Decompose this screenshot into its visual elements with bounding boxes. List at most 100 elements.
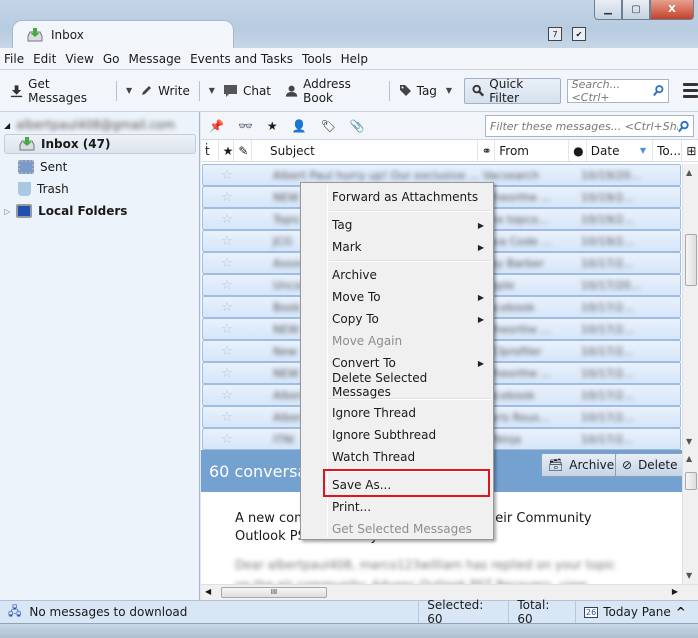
tag-button[interactable]: Tag ▼ [395,78,460,104]
menu-edit[interactable]: Edit [33,52,56,66]
collapse-arrow-icon[interactable]: ◢ [4,121,10,130]
star-icon[interactable]: ☆ [203,212,251,227]
get-messages-dropdown-icon[interactable]: ▼ [122,86,136,95]
tab-title: Inbox [51,27,84,42]
title-bar: Inbox 7 ✔ ▁ ▢ X [0,0,698,48]
folder-label: Trash [37,182,69,196]
scroll-up-icon[interactable]: ▲ [686,454,692,463]
maximize-button[interactable]: ▢ [622,0,650,20]
star-column-icon[interactable]: ★ [219,140,235,161]
menu-item-copy-to[interactable]: Copy To ▶ [332,308,490,330]
menu-item-tag[interactable]: Tag ▶ [332,214,490,236]
tasks-icon[interactable]: ✔ [572,27,586,41]
message-list-scrollbar[interactable]: ▲ ▼ [682,164,698,450]
menu-help[interactable]: Help [341,52,368,66]
menu-item-print[interactable]: Print... [332,496,490,518]
star-icon[interactable]: ☆ [203,256,251,271]
attachment-column-icon[interactable]: ✎ [234,140,252,161]
app-menu-icon[interactable] [682,83,698,98]
starred-filter-icon[interactable]: ★ [267,119,278,133]
scroll-right-icon[interactable]: ▶ [672,587,678,596]
column-picker-icon[interactable]: ⊞ [682,140,698,161]
star-icon[interactable]: ☆ [203,344,251,359]
account-item[interactable]: ◢ albertpaul408@gmail.com [4,115,175,135]
summary-scrollbar[interactable]: ▲ ▼ [682,450,698,584]
folder-inbox[interactable]: Inbox (47) [4,134,196,154]
folder-local-folders[interactable]: ▷ Local Folders [4,201,127,221]
scroll-thumb[interactable]: III [221,587,327,598]
from-column[interactable]: From [495,140,570,161]
menu-item-ignore-subthread[interactable]: Ignore Subthread [332,424,490,446]
menu-item-forward-as-attachments[interactable]: Forward as Attachments [332,186,490,208]
menu-item-move-to[interactable]: Move To ▶ [332,286,490,308]
contact-filter-icon[interactable]: 👤 [292,119,307,133]
search-input[interactable]: Search... <Ctrl+ [566,78,669,104]
network-icon[interactable]: 🖧 [0,602,29,623]
star-icon[interactable]: ☆ [203,300,251,315]
message-from: Apple [483,278,515,292]
menu-view[interactable]: View [65,52,93,66]
scroll-left-icon[interactable]: ◀ [205,587,211,596]
quick-filter-button[interactable]: Quick Filter [464,77,561,105]
close-button[interactable]: X [650,0,694,20]
scroll-thumb[interactable] [685,234,697,286]
menu-events-and-tasks[interactable]: Events and Tasks [190,52,293,66]
menu-file[interactable]: File [4,52,24,66]
get-messages-button[interactable]: Get Messages [6,77,111,105]
menu-item-delete-selected-messages[interactable]: Delete Selected Messages [332,371,490,399]
star-icon[interactable]: ☆ [203,278,251,293]
tag-filter-icon[interactable]: 🏷 [321,119,336,133]
read-column-icon[interactable]: ⚭ [478,140,496,161]
menu-item-archive[interactable]: Archive [332,264,490,286]
write-dropdown-icon[interactable]: ▼ [205,86,219,95]
menu-item-watch-thread[interactable]: Watch Thread [332,446,490,468]
unread-filter-icon[interactable]: 👓 [238,119,253,133]
menu-go[interactable]: Go [103,52,120,66]
star-icon[interactable]: ☆ [203,322,251,337]
star-icon[interactable]: ☆ [203,388,251,403]
star-icon[interactable]: ☆ [203,410,251,425]
archive-button[interactable]: 🗃 Archive [541,453,622,477]
folder-trash[interactable]: Trash [18,179,69,199]
folder-sent[interactable]: Sent [18,157,67,177]
star-icon[interactable]: ☆ [203,234,251,249]
menu-item-ignore-thread[interactable]: Ignore Thread [332,402,490,424]
scroll-up-icon[interactable]: ▲ [686,168,692,177]
subject-column[interactable]: Subject [252,140,478,161]
to-column[interactable]: To... [653,140,683,161]
menu-item-move-again[interactable]: Move Again [332,330,490,352]
tag-label: Tag [416,83,437,98]
address-book-button[interactable]: Address Book [281,77,384,105]
chat-button[interactable]: Chat [219,78,275,104]
delete-button[interactable]: ⊘ Delete [615,453,685,477]
menu-tools[interactable]: Tools [302,52,332,66]
toolbar-separator [388,80,390,101]
from-column-label: From [499,143,529,158]
expand-arrow-icon[interactable]: ▷ [4,207,10,216]
date-column[interactable]: Date ▼ [587,140,654,161]
star-icon[interactable]: ☆ [203,366,251,381]
attachment-filter-icon[interactable]: 📎 [350,119,365,133]
today-pane-toggle[interactable]: 26 Today Pane ^ [575,601,698,623]
menu-item-mark[interactable]: Mark ▶ [332,236,490,258]
minimize-button[interactable]: ▁ [594,0,622,20]
menu-message[interactable]: Message [128,52,181,66]
contact-icon [285,85,298,97]
write-button[interactable]: Write [136,78,194,104]
menu-item-label: Ignore Thread [332,406,416,420]
star-icon[interactable]: ☆ [203,190,251,205]
thread-column-icon[interactable]: ṫ [201,140,219,161]
pin-icon[interactable]: 📌 [209,119,224,133]
tab-inbox[interactable]: Inbox [12,20,234,48]
filter-messages-input[interactable]: Filter these messages... <Ctrl+Shift- [485,115,694,137]
star-icon[interactable]: ☆ [203,432,251,447]
menu-item-get-selected-messages[interactable]: Get Selected Messages [332,518,490,540]
calendar-icon[interactable]: 7 [548,27,562,41]
scroll-thumb[interactable] [685,472,697,490]
scroll-down-icon[interactable]: ▼ [686,437,692,446]
message-date: 10/17/2... [581,344,634,358]
star-icon[interactable]: ☆ [203,168,251,183]
junk-column-icon[interactable]: ● [569,140,587,161]
pencil-icon [142,86,152,95]
scroll-down-icon[interactable]: ▼ [686,571,692,580]
